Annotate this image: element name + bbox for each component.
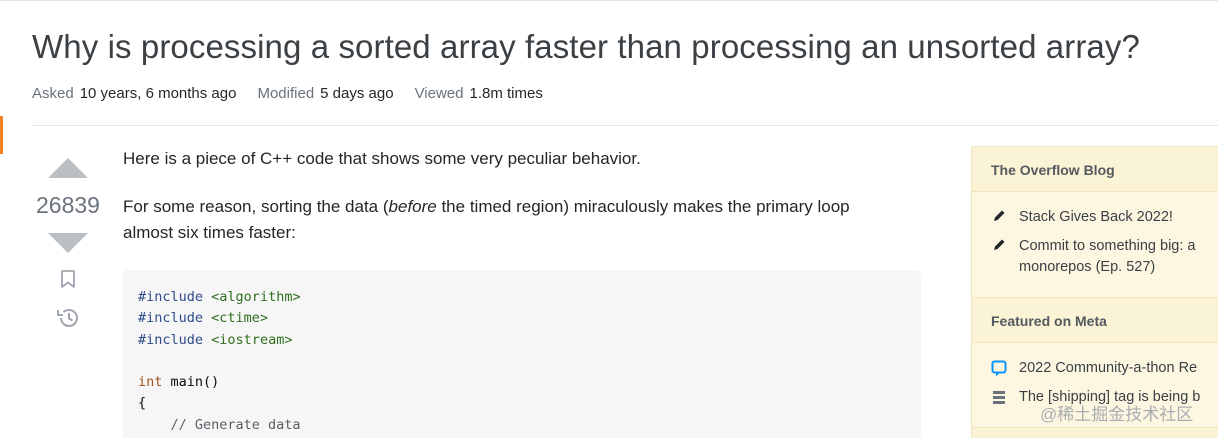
question-meta: Asked 10 years, 6 months ago Modified 5 … (32, 85, 543, 102)
code-token: int (138, 374, 163, 391)
upvote-arrow-icon[interactable] (48, 158, 88, 178)
bookmark-icon[interactable] (59, 269, 77, 294)
blog-item[interactable]: Stack Gives Back 2022! (972, 204, 1218, 233)
meta-asked-label: Asked (32, 85, 74, 102)
header-divider (32, 125, 1218, 126)
body-paragraph-2: For some reason, sorting the data (befor… (123, 194, 893, 246)
code-token: #include (138, 289, 204, 305)
question-title[interactable]: Why is processing a sorted array faster … (32, 28, 1140, 66)
meta-item[interactable]: 2022 Community-a-thon Re (972, 355, 1218, 384)
stack-exchange-icon (991, 389, 1007, 407)
code-token: { (138, 395, 147, 412)
watermark-text: @稀土掘金技术社区 (1040, 405, 1194, 424)
overflow-blog-list: Stack Gives Back 2022! Commit to somethi… (972, 192, 1218, 298)
code-token: #include (138, 331, 204, 348)
body-p2-before: For some reason, sorting the data ( (123, 197, 389, 216)
code-token: // Generate data (138, 416, 301, 433)
code-token: <algorithm> (211, 289, 301, 305)
body-paragraph-1: Here is a piece of C++ code that shows s… (123, 149, 641, 168)
code-token: <iostream> (211, 331, 293, 348)
history-icon[interactable] (55, 306, 81, 335)
meta-modified-value[interactable]: 5 days ago (320, 85, 393, 102)
blog-item[interactable]: Commit to something big: a monorepos (Ep… (972, 233, 1218, 283)
pencil-icon (991, 209, 1007, 223)
sidebar-widget: The Overflow Blog Stack Gives Back 2022!… (971, 146, 1218, 438)
left-accent-bar (0, 116, 3, 154)
blog-item-text[interactable]: Stack Gives Back 2022! (1019, 207, 1218, 228)
meta-asked-value[interactable]: 10 years, 6 months ago (80, 85, 237, 102)
blog-item-text[interactable]: Commit to something big: a monorepos (Ep… (1019, 236, 1218, 278)
meta-viewed-value: 1.8m times (469, 85, 543, 102)
vote-count: 26839 (36, 192, 100, 218)
featured-meta-header: Featured on Meta (972, 298, 1218, 343)
pencil-icon (991, 238, 1007, 252)
code-block[interactable]: #include <algorithm> #include <ctime> #i… (123, 270, 921, 438)
meta-viewed-label: Viewed (414, 85, 464, 102)
speech-bubble-icon (991, 360, 1007, 378)
meta-modified: Modified 5 days ago (257, 85, 393, 102)
code-token: main() (162, 374, 220, 391)
meta-asked: Asked 10 years, 6 months ago (32, 85, 236, 102)
top-border (0, 0, 1218, 1)
body-p2-emphasis: before (388, 197, 437, 216)
meta-modified-label: Modified (257, 85, 315, 102)
question-body: Here is a piece of C++ code that shows s… (123, 146, 923, 268)
downvote-arrow-icon[interactable] (48, 233, 88, 253)
vote-column: 26839 (30, 150, 106, 335)
code-token: <ctime> (211, 310, 269, 327)
meta-viewed: Viewed 1.8m times (415, 85, 543, 102)
meta-item-text[interactable]: 2022 Community-a-thon Re (1019, 358, 1218, 379)
overflow-blog-header: The Overflow Blog (972, 147, 1218, 192)
code-token: #include (138, 310, 204, 327)
